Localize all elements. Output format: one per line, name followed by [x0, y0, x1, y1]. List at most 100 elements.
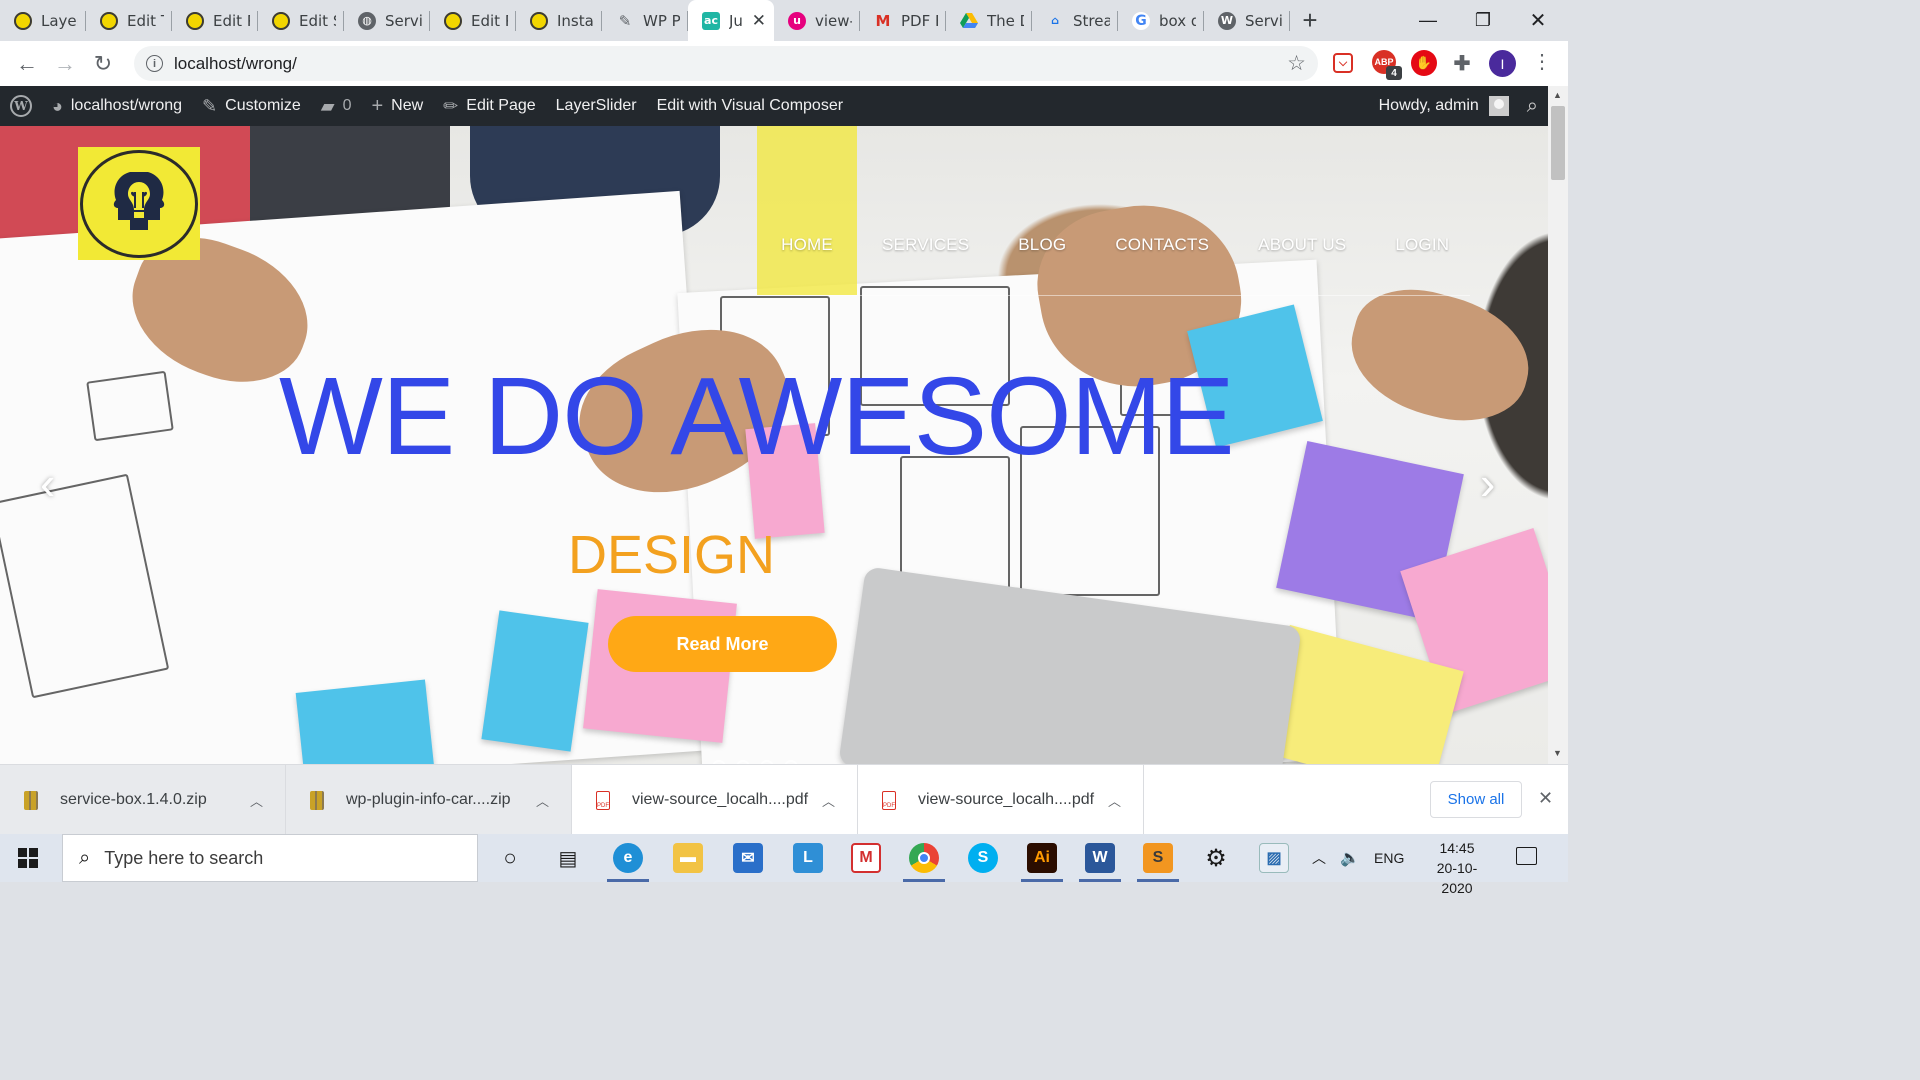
browser-tab-active[interactable]: ac Ju ✕ [688, 0, 774, 41]
browser-tab[interactable]: ✎ WP P [602, 0, 688, 41]
page-scrollbar[interactable]: ▲ ▼ [1548, 86, 1568, 764]
pdf-file-icon: PDF [882, 790, 896, 810]
search-icon[interactable]: ⌕ [1509, 86, 1538, 126]
browser-tab[interactable]: ◍ Servic [344, 0, 430, 41]
admin-site-name[interactable]: ◕ localhost/wrong [42, 86, 192, 126]
profile-avatar[interactable]: I [1489, 50, 1516, 77]
browser-tab[interactable]: Edit S [258, 0, 344, 41]
pocket-extension-icon[interactable]: ⌵ [1333, 53, 1353, 73]
windows-start-button[interactable] [18, 848, 38, 868]
file-explorer-icon[interactable]: ▬ [673, 843, 703, 873]
sublime-text-icon[interactable]: S [1137, 843, 1179, 882]
customize-label: Customize [225, 97, 301, 114]
app-window-icon[interactable]: ▨ [1259, 843, 1289, 873]
address-bar[interactable]: i localhost/wrong/ ☆ [134, 46, 1318, 81]
tray-chevron-up-icon[interactable]: ︿ [1312, 834, 1326, 882]
wp-logo-menu[interactable]: W [0, 86, 42, 126]
slider-prev-arrow-icon[interactable]: ‹ [40, 456, 55, 510]
bookmark-star-icon[interactable]: ☆ [1287, 51, 1306, 76]
nav-login[interactable]: LOGIN [1395, 126, 1449, 295]
browser-tab[interactable]: Edit P [430, 0, 516, 41]
close-tab-icon[interactable]: ✕ [752, 11, 766, 31]
browser-tab[interactable]: Layer [0, 0, 86, 41]
browser-tab[interactable]: Gbox d [1118, 0, 1204, 41]
download-item[interactable]: service-box.1.4.0.zip ︿ [0, 765, 286, 835]
close-shelf-icon[interactable]: ✕ [1538, 788, 1553, 809]
browser-tab[interactable]: u view- [774, 0, 860, 41]
site-logo[interactable] [78, 147, 200, 260]
stop-extension-icon[interactable]: ✋ [1411, 50, 1437, 76]
hero-slider: HOME SERVICES BLOG CONTACTS ABOUT US LOG… [0, 126, 1548, 764]
back-button[interactable]: ← [8, 45, 46, 83]
nav-about-us[interactable]: ABOUT US [1258, 126, 1346, 295]
restore-button[interactable]: ❐ [1456, 0, 1510, 41]
tab-title: The D [987, 11, 1024, 30]
admin-comments[interactable]: ▰ 0 [311, 86, 362, 126]
forward-button[interactable]: → [46, 45, 84, 83]
avatar [1488, 96, 1509, 116]
mcafee-icon[interactable]: M [851, 843, 881, 873]
browser-tab[interactable]: The D [946, 0, 1032, 41]
edge-icon[interactable]: e [607, 843, 649, 882]
wp-admin-bar: W ◕ localhost/wrong ✎ Customize ▰ 0 + New ✏ E… [0, 86, 1548, 126]
url-text[interactable]: localhost/wrong/ [174, 54, 297, 74]
scroll-down-arrow-icon[interactable]: ▼ [1553, 748, 1562, 758]
gmail-icon: M [875, 11, 891, 30]
scrollbar-thumb[interactable] [1551, 106, 1565, 180]
illustrator-icon[interactable]: Ai [1021, 843, 1063, 882]
admin-visual-composer[interactable]: Edit with Visual Composer [647, 86, 853, 126]
chevron-up-icon[interactable]: ︿ [822, 791, 835, 810]
nav-home[interactable]: HOME [757, 126, 857, 295]
chrome-icon[interactable] [903, 843, 945, 882]
download-item[interactable]: wp-plugin-info-car....zip ︿ [286, 765, 572, 835]
scroll-up-arrow-icon[interactable]: ▲ [1553, 90, 1562, 100]
settings-gear-icon[interactable]: ⚙ [1201, 843, 1231, 873]
volume-icon[interactable]: 🔈 [1340, 834, 1360, 882]
admin-edit-page[interactable]: ✏ Edit Page [433, 86, 545, 126]
browser-tab[interactable]: Edit P [172, 0, 258, 41]
word-icon[interactable]: W [1079, 843, 1121, 882]
cortana-icon[interactable]: ○ [495, 843, 525, 873]
chevron-up-icon[interactable]: ︿ [536, 791, 549, 810]
browser-tab[interactable]: ⌂ Strear [1032, 0, 1118, 41]
browser-tab[interactable]: W Servic [1204, 0, 1290, 41]
browser-tab[interactable]: Edit T [86, 0, 172, 41]
new-tab-button[interactable]: + [1290, 0, 1330, 41]
extensions-puzzle-icon[interactable]: ✚ [1449, 50, 1475, 76]
notification-center-icon[interactable] [1516, 847, 1537, 865]
nav-services[interactable]: SERVICES [882, 126, 969, 295]
admin-customize[interactable]: ✎ Customize [192, 86, 311, 126]
chevron-up-icon[interactable]: ︿ [250, 791, 263, 810]
slider-next-arrow-icon[interactable]: › [1480, 456, 1495, 510]
close-window-button[interactable]: ✕ [1511, 0, 1565, 41]
nav-contacts[interactable]: CONTACTS [1115, 126, 1209, 295]
chevron-up-icon[interactable]: ︿ [1108, 791, 1121, 810]
task-view-icon[interactable]: ▤ [553, 843, 583, 873]
l-app-icon[interactable]: L [793, 843, 823, 873]
language-indicator[interactable]: ENG [1374, 834, 1404, 882]
browser-tab[interactable]: M PDF F [860, 0, 946, 41]
admin-layerslider[interactable]: LayerSlider [546, 86, 647, 126]
read-more-button[interactable]: Read More [608, 616, 837, 672]
system-clock[interactable]: 14:45 20-10-2020 [1426, 838, 1488, 898]
mail-icon[interactable]: ✉ [733, 843, 763, 873]
menu-kebab-icon[interactable]: ⋮ [1532, 49, 1552, 74]
uc-icon: u [788, 11, 806, 30]
skype-icon[interactable]: S [968, 843, 998, 873]
download-filename: service-box.1.4.0.zip [60, 791, 207, 808]
taskbar-search[interactable]: ⌕ Type here to search [62, 834, 478, 882]
reload-button[interactable]: ↻ [84, 45, 122, 83]
tab-title: box d [1159, 11, 1196, 30]
info-icon[interactable]: i [146, 55, 163, 72]
download-item[interactable]: PDF view-source_localh....pdf ︿ [572, 765, 858, 835]
show-all-downloads-button[interactable]: Show all [1430, 781, 1522, 818]
minimize-button[interactable]: — [1401, 0, 1455, 41]
download-item[interactable]: PDF view-source_localh....pdf ︿ [858, 765, 1144, 835]
globe-icon: ◍ [358, 11, 376, 30]
admin-account[interactable]: Howdy, admin [1369, 86, 1509, 126]
admin-new[interactable]: + New [361, 86, 433, 126]
nav-blog[interactable]: BLOG [1018, 126, 1066, 295]
browser-tab-strip: Layer Edit T Edit P Edit S ◍ Servic Edit … [0, 0, 1568, 41]
browser-tab[interactable]: Instal [516, 0, 602, 41]
tab-title: Edit T [127, 11, 164, 30]
